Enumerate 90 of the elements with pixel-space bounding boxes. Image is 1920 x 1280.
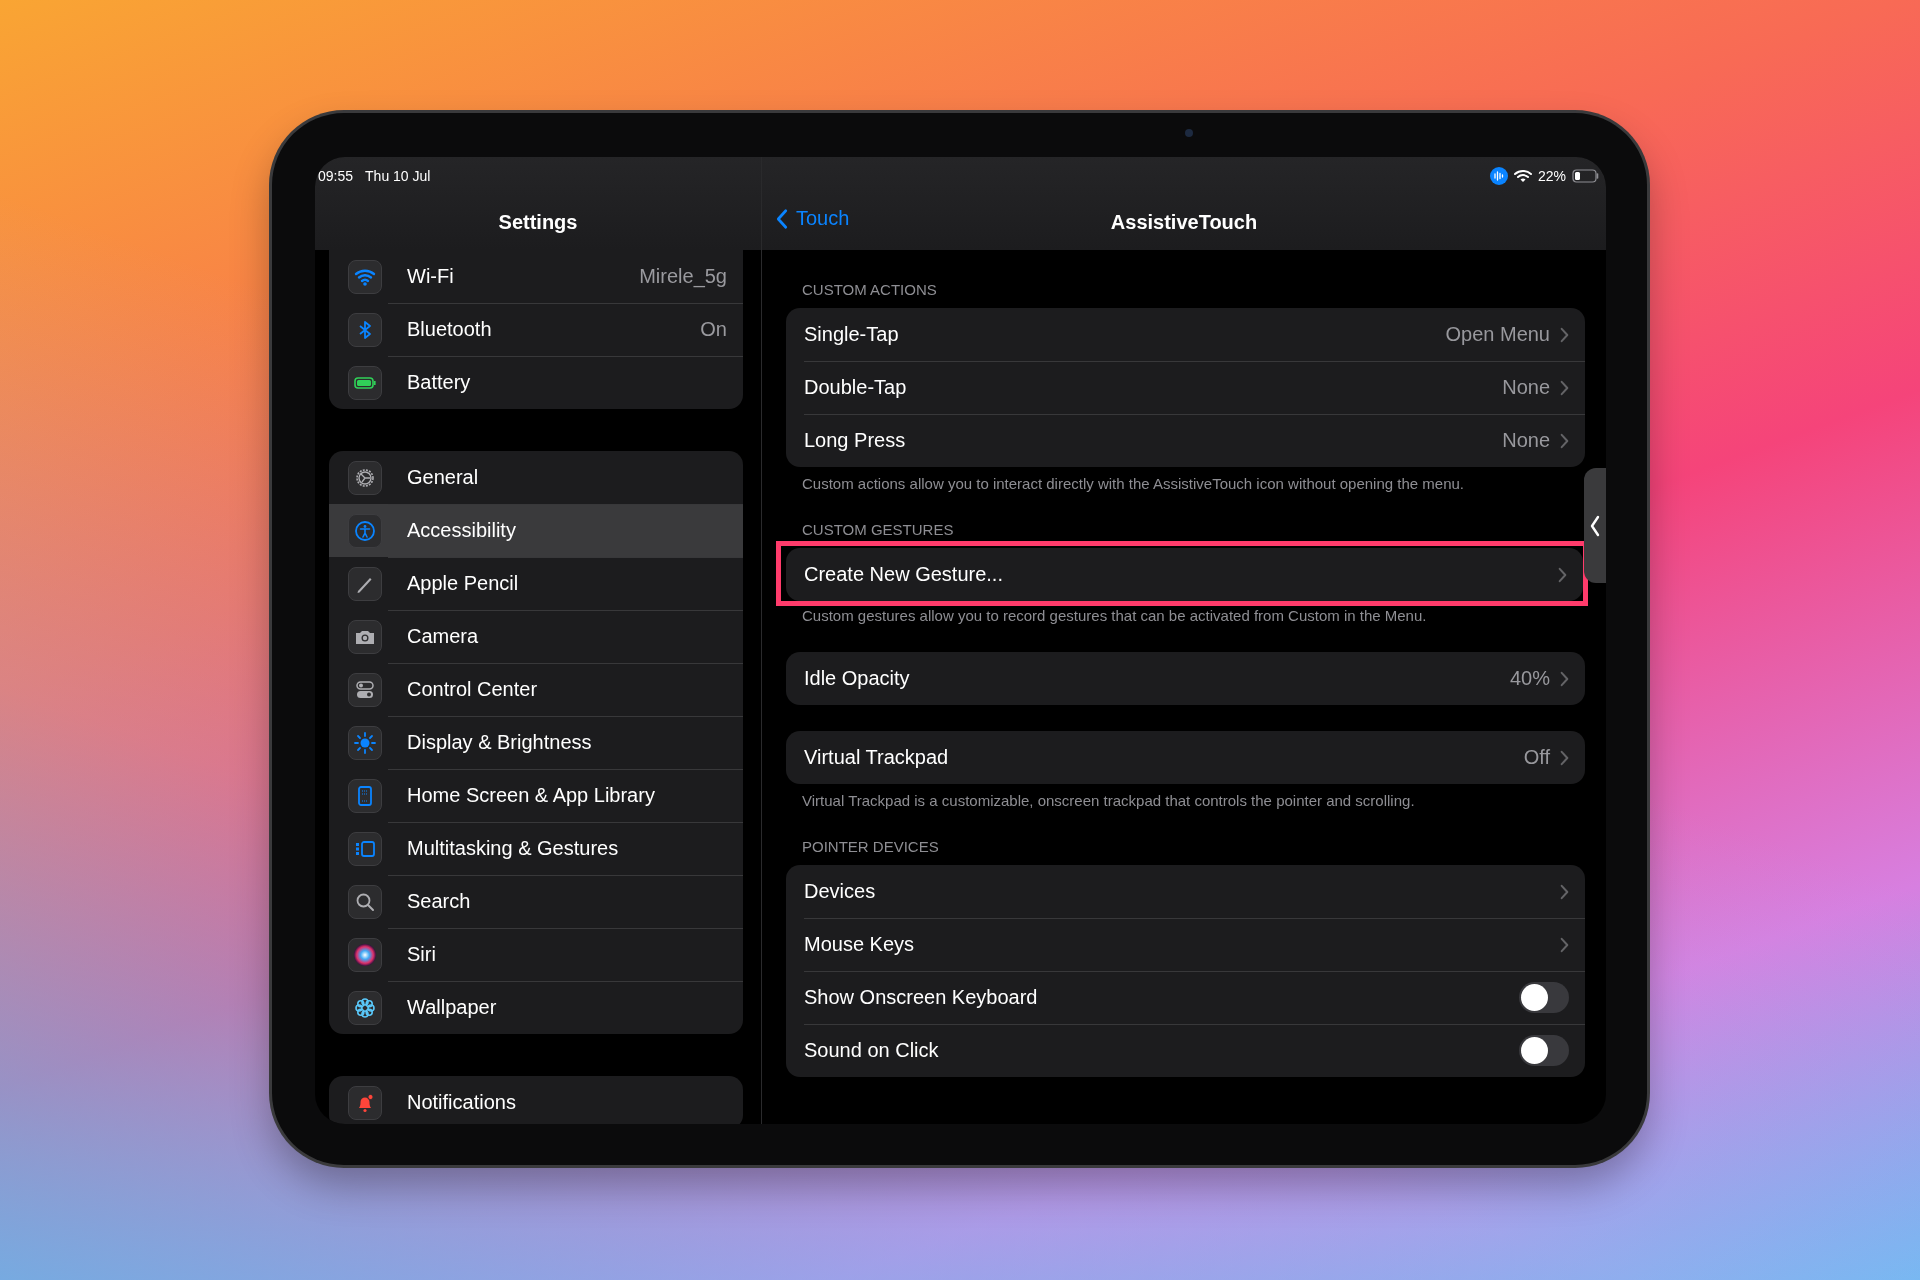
item-label: Home Screen & App Library xyxy=(407,784,655,807)
section-header: CUSTOM GESTURES xyxy=(802,520,955,540)
accessibility-icon xyxy=(353,518,377,543)
row-label: Devices xyxy=(804,880,876,903)
settings-item[interactable]: Control Center xyxy=(329,663,743,716)
item-value: On xyxy=(700,318,727,341)
settings-item[interactable]: Multitasking & Gestures xyxy=(329,822,743,875)
settings-item[interactable]: Camera xyxy=(329,610,743,663)
chevron-left-icon xyxy=(1590,514,1600,537)
camera-lens xyxy=(1185,129,1193,137)
item-label: Multitasking & Gestures xyxy=(407,837,619,860)
settings-row[interactable]: Create New Gesture... xyxy=(786,548,1583,601)
side-handle[interactable] xyxy=(1584,468,1606,583)
row-value: Open Menu xyxy=(1445,323,1550,346)
settings-item[interactable]: Apple Pencil xyxy=(329,557,743,610)
settings-row[interactable]: Mouse Keys xyxy=(786,918,1585,971)
settings-item[interactable]: Bluetooth On xyxy=(329,303,743,356)
settings-row[interactable]: Devices xyxy=(786,865,1585,918)
flower-icon xyxy=(353,995,377,1020)
settings-row[interactable]: Long Press None xyxy=(786,414,1585,467)
row-value: None xyxy=(1502,429,1550,452)
section-header: CUSTOM ACTIONS xyxy=(802,280,938,300)
toggle-switch[interactable] xyxy=(1519,982,1569,1013)
row-label: Virtual Trackpad xyxy=(804,746,949,769)
settings-item[interactable]: Home Screen & App Library xyxy=(329,769,743,822)
row-label: Idle Opacity xyxy=(804,667,910,690)
status-time: 09:55 xyxy=(318,168,354,184)
back-button[interactable]: Touch xyxy=(776,207,850,230)
row-label: Sound on Click xyxy=(804,1039,939,1062)
chevron-icon xyxy=(1560,379,1569,396)
item-label: Battery xyxy=(407,371,471,394)
row-label: Double-Tap xyxy=(804,376,907,399)
settings-item[interactable]: Wi-Fi Mirele_5g xyxy=(329,250,743,303)
chevron-icon xyxy=(1558,566,1567,583)
chevron-icon xyxy=(1560,670,1569,687)
chevron-icon xyxy=(1560,749,1569,766)
chevron-icon xyxy=(1560,883,1569,900)
item-label: Siri xyxy=(407,943,436,966)
item-label: Camera xyxy=(407,625,479,648)
sun-icon xyxy=(353,730,377,755)
section-footer: Custom actions allow you to interact directly with the AssistiveTouch icon without opening the menu. xyxy=(802,474,1569,494)
row-value: Off xyxy=(1523,746,1550,769)
item-label: General xyxy=(407,466,479,489)
voice-control-icon xyxy=(1489,167,1508,185)
item-label: Wi-Fi xyxy=(407,265,454,288)
settings-item[interactable]: Search xyxy=(329,875,743,928)
item-label: Apple Pencil xyxy=(407,572,519,595)
section-footer: Custom gestures allow you to record gestures that can be activated from Custom in the Menu. xyxy=(802,606,1569,626)
item-value: Mirele_5g xyxy=(639,265,727,288)
item-label: Bluetooth xyxy=(407,318,492,341)
item-label: Display & Brightness xyxy=(407,731,592,754)
chevron-icon xyxy=(776,207,788,230)
status-date: Thu 10 Jul xyxy=(365,168,431,184)
row-label: Single-Tap xyxy=(804,323,899,346)
settings-item[interactable]: Wallpaper xyxy=(329,981,743,1034)
item-label: Search xyxy=(407,890,471,913)
settings-row[interactable]: Double-Tap None xyxy=(786,361,1585,414)
siri-orb-icon xyxy=(353,942,377,967)
wifi-signal-icon xyxy=(1513,169,1532,183)
settings-row[interactable]: Idle Opacity 40% xyxy=(786,652,1585,705)
settings-row[interactable]: Virtual Trackpad Off xyxy=(786,731,1585,784)
sidebar-title: Settings xyxy=(498,211,578,234)
row-label: Long Press xyxy=(804,429,906,452)
item-label: Notifications xyxy=(407,1091,516,1114)
section-header: POINTER DEVICES xyxy=(802,837,940,857)
row-label: Mouse Keys xyxy=(804,933,915,956)
item-label: Control Center xyxy=(407,678,538,701)
chevron-icon xyxy=(1560,936,1569,953)
page-title: AssistiveTouch xyxy=(1110,211,1258,234)
settings-row[interactable]: Sound on Click xyxy=(786,1024,1585,1077)
settings-row[interactable]: Show Onscreen Keyboard xyxy=(786,971,1585,1024)
section-footer: Virtual Trackpad is a customizable, onscreen trackpad that controls the pointer and scrolling. xyxy=(802,791,1569,811)
battery-level-icon xyxy=(1572,169,1600,183)
chevron-icon xyxy=(1560,432,1569,449)
item-label: Accessibility xyxy=(407,519,516,542)
settings-item[interactable]: General xyxy=(329,451,743,504)
chevron-icon xyxy=(1560,326,1569,343)
item-label: Wallpaper xyxy=(407,996,497,1019)
row-label: Create New Gesture... xyxy=(804,563,1003,586)
settings-item[interactable]: Display & Brightness xyxy=(329,716,743,769)
toggle-switch[interactable] xyxy=(1519,1035,1569,1066)
settings-row[interactable]: Single-Tap Open Menu xyxy=(786,308,1585,361)
settings-item[interactable]: Accessibility xyxy=(329,504,743,557)
settings-item[interactable]: Battery xyxy=(329,356,743,409)
settings-item[interactable]: Siri xyxy=(329,928,743,981)
row-value: None xyxy=(1502,376,1550,399)
row-label: Show Onscreen Keyboard xyxy=(804,986,1038,1009)
battery-percent: 22% xyxy=(1537,168,1566,184)
row-value: 40% xyxy=(1509,667,1550,690)
settings-item[interactable]: Notifications xyxy=(329,1076,743,1124)
